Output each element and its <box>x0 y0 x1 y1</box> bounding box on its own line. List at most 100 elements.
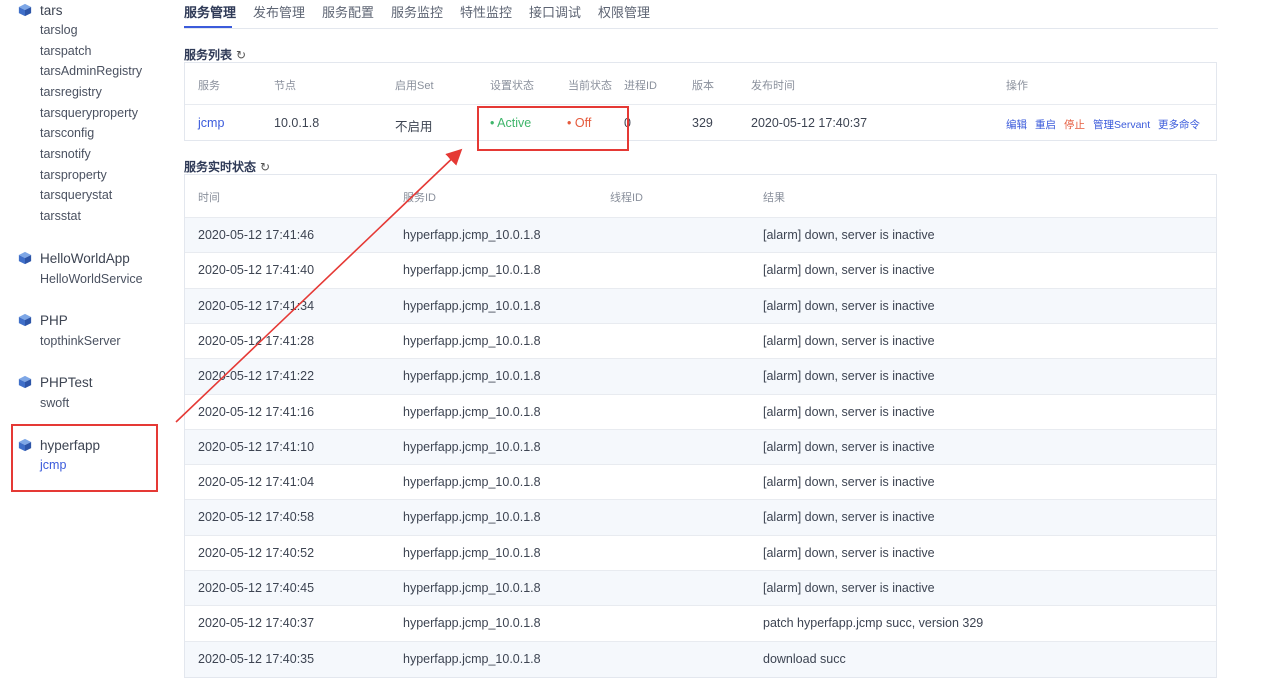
service-id-cell: hyperfapp.jcmp_10.0.1.8 <box>403 404 541 419</box>
table-row: 2020-05-12 17:41:10 hyperfapp.jcmp_10.0.1… <box>185 428 1216 465</box>
service-id-cell: hyperfapp.jcmp_10.0.1.8 <box>403 228 541 242</box>
tab-interface-debug[interactable]: 接口调试 <box>529 2 581 21</box>
result-cell: [alarm] down, server is inactive <box>763 333 935 348</box>
time-cell: 2020-05-12 17:41:10 <box>198 439 315 454</box>
sidebar-item-tarsconfig[interactable]: tarsconfig <box>40 125 94 141</box>
cube-icon <box>18 375 32 389</box>
restart-button[interactable]: 重启 <box>1035 117 1056 132</box>
app-name: HelloWorldApp <box>40 250 130 266</box>
cube-icon <box>18 3 32 17</box>
service-id-cell: hyperfapp.jcmp_10.0.1.8 <box>403 545 541 560</box>
column-header: 版本 <box>692 80 714 92</box>
result-cell: [alarm] down, server is inactive <box>763 404 935 419</box>
tab-feature-monitor[interactable]: 特性监控 <box>460 2 512 21</box>
manage-servant-button[interactable]: 管理Servant <box>1093 117 1150 132</box>
table-row: 2020-05-12 17:40:37 hyperfapp.jcmp_10.0.1… <box>185 605 1216 641</box>
sidebar-item-tarsquerystat[interactable]: tarsquerystat <box>40 187 112 203</box>
active-tab-indicator <box>184 26 232 28</box>
edit-button[interactable]: 编辑 <box>1006 117 1027 132</box>
sidebar-item-tarsstat[interactable]: tarsstat <box>40 208 81 224</box>
service-list-title: 服务列表 ↻ <box>184 46 246 63</box>
table-row: 2020-05-12 17:40:58 hyperfapp.jcmp_10.0.1… <box>185 499 1216 536</box>
service-id-cell: hyperfapp.jcmp_10.0.1.8 <box>403 475 541 490</box>
sidebar: tars tarslog tarspatch tarsAdminRegistry… <box>0 0 170 684</box>
time-cell: 2020-05-12 17:41:28 <box>198 333 315 348</box>
version-cell: 329 <box>692 116 713 130</box>
column-header: 发布时间 <box>751 80 795 92</box>
column-header: 线程ID <box>610 192 643 204</box>
column-header: 服务 <box>198 80 220 92</box>
node-cell: 10.0.1.8 <box>274 116 320 130</box>
result-cell: [alarm] down, server is inactive <box>763 228 935 242</box>
app-phptest[interactable]: PHPTest <box>18 372 93 392</box>
time-cell: 2020-05-12 17:41:40 <box>198 263 315 278</box>
cube-icon <box>18 313 32 327</box>
sidebar-item-tarsqueryproperty[interactable]: tarsqueryproperty <box>40 105 138 121</box>
tab-service-monitor[interactable]: 服务监控 <box>391 2 443 21</box>
service-name-link[interactable]: jcmp <box>198 116 224 130</box>
service-id-cell: hyperfapp.jcmp_10.0.1.8 <box>403 369 541 384</box>
cube-icon <box>18 438 32 452</box>
cube-icon <box>18 251 32 265</box>
result-cell: [alarm] down, server is inactive <box>763 510 935 525</box>
sidebar-item-jcmp[interactable]: jcmp <box>40 457 66 473</box>
section-title-text: 服务实时状态 <box>184 160 257 174</box>
app-hyperfapp[interactable]: hyperfapp <box>18 435 100 455</box>
sidebar-item-tarsregistry[interactable]: tarsregistry <box>40 84 102 100</box>
table-row: 2020-05-12 17:40:35 hyperfapp.jcmp_10.0.1… <box>185 640 1216 677</box>
result-cell: [alarm] down, server is inactive <box>763 263 935 278</box>
sidebar-item-swoft[interactable]: swoft <box>40 395 69 411</box>
time-cell: 2020-05-12 17:40:58 <box>198 510 315 525</box>
sidebar-item-topthinkserver[interactable]: topthinkServer <box>40 333 121 349</box>
service-id-cell: hyperfapp.jcmp_10.0.1.8 <box>403 333 541 348</box>
tab-service-management[interactable]: 服务管理 <box>184 2 236 21</box>
app-tars[interactable]: tars <box>18 0 63 20</box>
app-name: PHP <box>40 312 68 328</box>
time-cell: 2020-05-12 17:41:16 <box>198 404 315 419</box>
time-cell: 2020-05-12 17:41:46 <box>198 228 315 242</box>
realtime-status-title: 服务实时状态 ↻ <box>184 158 270 175</box>
column-header: 结果 <box>763 192 785 204</box>
realtime-status-table: 时间 服务ID 线程ID 结果 2020-05-12 17:41:46 hyper… <box>184 174 1217 678</box>
table-row: 2020-05-12 17:41:28 hyperfapp.jcmp_10.0.1… <box>185 322 1216 359</box>
tab-service-config[interactable]: 服务配置 <box>322 2 374 21</box>
tab-publish-management[interactable]: 发布管理 <box>253 2 305 21</box>
result-cell: [alarm] down, server is inactive <box>763 439 935 454</box>
column-header: 时间 <box>198 192 220 204</box>
app-php[interactable]: PHP <box>18 310 68 330</box>
app-name: hyperfapp <box>40 437 101 453</box>
publish-time-cell: 2020-05-12 17:40:37 <box>751 116 868 130</box>
refresh-icon[interactable]: ↻ <box>236 48 246 62</box>
tab-permission-management[interactable]: 权限管理 <box>598 2 650 21</box>
result-cell: [alarm] down, server is inactive <box>763 581 935 595</box>
column-header: 设置状态 <box>490 80 534 92</box>
time-cell: 2020-05-12 17:40:35 <box>198 651 315 666</box>
app-helloworldapp[interactable]: HelloWorldApp <box>18 248 130 268</box>
sidebar-item-helloworldservice[interactable]: HelloWorldService <box>40 271 143 287</box>
result-cell: patch hyperfapp.jcmp succ, version 329 <box>763 616 984 631</box>
service-id-cell: hyperfapp.jcmp_10.0.1.8 <box>403 510 541 525</box>
column-header: 进程ID <box>624 80 657 92</box>
table-row: 2020-05-12 17:41:46 hyperfapp.jcmp_10.0.1… <box>185 217 1216 253</box>
column-header: 服务ID <box>403 192 436 204</box>
sidebar-item-tarsnotify[interactable]: tarsnotify <box>40 146 91 162</box>
table-row: 2020-05-12 17:40:45 hyperfapp.jcmp_10.0.1… <box>185 570 1216 606</box>
stop-button[interactable]: 停止 <box>1064 117 1085 132</box>
pid-cell: 0 <box>624 116 631 130</box>
time-cell: 2020-05-12 17:40:45 <box>198 581 315 595</box>
sidebar-item-tarsproperty[interactable]: tarsproperty <box>40 167 107 183</box>
table-row: 2020-05-12 17:41:40 hyperfapp.jcmp_10.0.1… <box>185 252 1216 288</box>
app-name: tars <box>40 2 63 18</box>
table-row: 2020-05-12 17:41:22 hyperfapp.jcmp_10.0.1… <box>185 358 1216 395</box>
column-header: 启用Set <box>395 80 434 92</box>
app-name: PHPTest <box>40 374 93 390</box>
sidebar-item-tarslog[interactable]: tarslog <box>40 22 78 38</box>
result-cell: [alarm] down, server is inactive <box>763 298 935 313</box>
table-row: 2020-05-12 17:41:34 hyperfapp.jcmp_10.0.1… <box>185 287 1216 324</box>
set-cell: 不启用 <box>395 120 433 134</box>
sidebar-item-tarspatch[interactable]: tarspatch <box>40 43 91 59</box>
sidebar-item-tarsadminregistry[interactable]: tarsAdminRegistry <box>40 63 142 79</box>
refresh-icon[interactable]: ↻ <box>260 160 270 174</box>
more-commands-button[interactable]: 更多命令 <box>1158 117 1200 132</box>
result-cell: download succ <box>763 651 846 666</box>
